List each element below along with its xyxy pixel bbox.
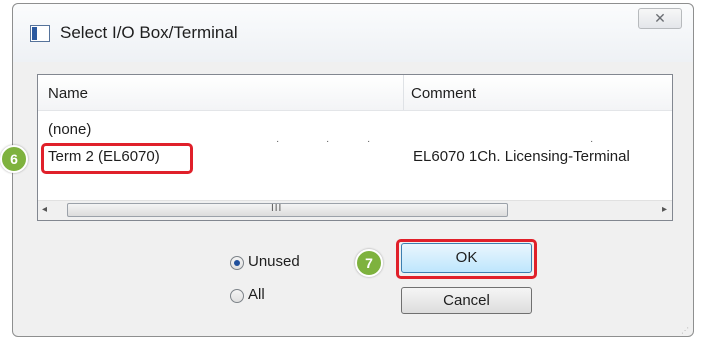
cancel-button[interactable]: Cancel [401,287,532,314]
column-header-name[interactable]: Name [48,85,88,102]
title-bar: Select I/O Box/Terminal ✕ [13,4,693,62]
item-comment: EL6070 1Ch. Licensing-Terminal [413,148,630,165]
scrollbar-thumb[interactable]: III [67,203,508,217]
list-header: Name Comment [38,75,672,111]
column-divider[interactable] [403,75,404,110]
dialog-title: Select I/O Box/Terminal [60,23,238,42]
scroll-right-icon[interactable]: ▸ [662,204,667,215]
resize-grip-icon[interactable]: ⋰ [681,326,690,335]
grip-icon: III [271,203,283,214]
all-radio[interactable] [230,289,244,303]
item-name: (none) [48,121,92,138]
list-item[interactable]: (none) · · · · [38,117,672,147]
close-button[interactable]: ✕ [638,8,682,29]
horizontal-scrollbar[interactable]: ◂ III ▸ [38,200,672,220]
highlight-ok-button [396,239,537,279]
step-7-badge: 7 [355,249,383,277]
step-6-badge: 6 [0,145,28,173]
unused-label[interactable]: Unused [248,253,300,270]
all-label[interactable]: All [248,286,265,303]
unused-radio[interactable] [230,256,244,270]
column-header-comment[interactable]: Comment [411,85,476,102]
window-icon [30,25,50,42]
scroll-left-icon[interactable]: ◂ [42,204,47,215]
highlight-term-2 [41,143,193,174]
